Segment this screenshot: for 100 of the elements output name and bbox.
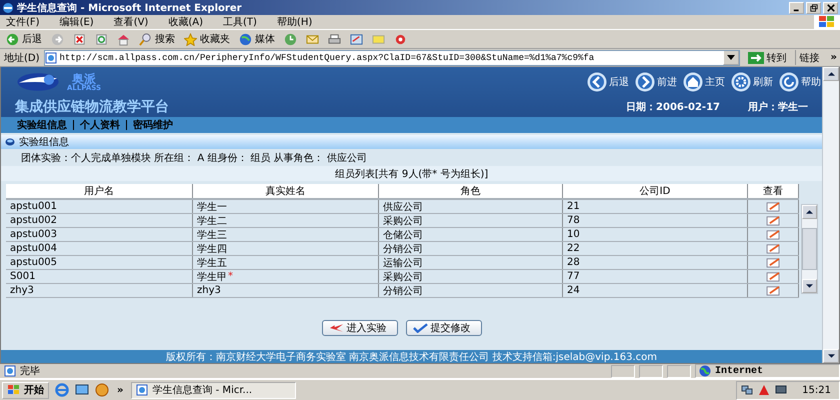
action-button[interactable]: 进入实验 (322, 320, 398, 336)
bullet-icon (5, 138, 15, 146)
address-label: 地址(D) (4, 52, 40, 64)
scroll-down-button[interactable] (802, 279, 817, 293)
nav-button[interactable]: 主页 (682, 72, 726, 92)
table-cell-text: 学生三 (197, 228, 227, 242)
scroll-up-button[interactable] (823, 67, 839, 81)
target-icon (394, 32, 407, 46)
forward-icon (51, 32, 64, 46)
logo-icon (15, 71, 61, 93)
nav-button[interactable]: 刷新 (730, 72, 774, 92)
table-cell-text: 学生甲 (197, 270, 227, 284)
star-icon (184, 32, 197, 46)
caret-icon (726, 55, 735, 60)
alert-icon[interactable] (758, 384, 770, 396)
edit-icon[interactable] (766, 271, 780, 282)
browser-icon[interactable] (55, 383, 69, 397)
edit-icon[interactable] (766, 257, 780, 268)
restore-button[interactable] (806, 2, 821, 14)
table-cell: zhy3 (197, 285, 221, 296)
up-arrow-icon (806, 210, 813, 214)
down-arrow-icon (828, 354, 834, 358)
go-button[interactable]: 转到 (744, 50, 791, 65)
close-icon (826, 4, 834, 12)
column-header: 公司ID (563, 184, 748, 198)
computer-icon[interactable] (775, 384, 788, 396)
printer-icon (328, 32, 341, 46)
note-icon (372, 32, 385, 46)
table-cell-text: 学生二 (197, 214, 227, 228)
page-scrollbar[interactable] (822, 67, 839, 363)
address-field[interactable]: http://scm.allpass.com.cn/PeripheryInfo/WFStudentQuery.aspx?ClaID=67&StuID=300&StuName=%d1%a7%c9%fa (44, 50, 740, 66)
toolbar-button[interactable]: 后退 (3, 31, 45, 47)
edit-icon[interactable] (766, 201, 780, 212)
edit-icon[interactable] (766, 285, 780, 296)
window-title: 学生信息查询 - Microsoft Internet Explorer (17, 2, 242, 14)
column-header: 真实姓名 (193, 184, 379, 198)
scroll-thumb[interactable] (802, 228, 817, 270)
more-button[interactable]: » (115, 384, 126, 396)
refresh-icon (95, 32, 108, 46)
restore-icon (810, 4, 818, 12)
back-icon (6, 32, 19, 46)
desktop-icon[interactable] (75, 383, 89, 397)
toolbar-button[interactable]: 媒体 (236, 31, 278, 47)
clock-text: 15:21 (802, 384, 831, 396)
nav-button[interactable]: 后退 (586, 72, 630, 92)
home-icon (683, 72, 703, 92)
menu-item[interactable]: 文件(F) (6, 15, 40, 29)
footer-text: 版权所有：南京财经大学电子商务实验室 南京奥派信息技术有限责任公司 技术支持信箱:jselab@vip.163.com (1, 350, 822, 363)
nav-link[interactable]: 密码维护 (133, 118, 173, 132)
nav-button[interactable]: 前进 (634, 72, 678, 92)
more-button[interactable]: » (828, 50, 840, 65)
menu-item[interactable]: 收藏(A) (168, 15, 203, 29)
edit-icon[interactable] (766, 243, 780, 254)
globe-icon (239, 32, 252, 46)
page-icon (44, 52, 57, 64)
search-icon (139, 32, 152, 46)
column-header: 角色 (379, 184, 563, 198)
up-arrow-icon (828, 72, 834, 76)
taskbar-button[interactable]: 学生信息查询 - Micr... (131, 382, 296, 398)
arrow-icon (328, 323, 344, 333)
menu-item[interactable]: 查看(V) (114, 15, 148, 29)
menu-item[interactable]: 帮助(H) (276, 15, 312, 29)
user-text: 用户：学生一 (748, 100, 808, 114)
group-info-text: 团体实验：个人完成单独模块 所在组： A 组身份： 组员 从事角色： 供应公司 (20, 152, 368, 166)
edit-icon[interactable] (766, 215, 780, 226)
close-button[interactable] (823, 2, 838, 14)
date-text: 日期：2006-02-17 (626, 100, 720, 114)
nav-button[interactable]: 帮助 (778, 72, 822, 92)
toolbar-button[interactable]: 搜索 (136, 31, 178, 47)
column-header: 用户名 (6, 184, 193, 198)
toolbar-button[interactable]: 收藏夹 (181, 31, 233, 47)
scrollbar[interactable] (801, 204, 818, 294)
platform-title: 集成供应链物流教学平台 (14, 98, 170, 116)
home-icon (117, 32, 130, 46)
action-button[interactable]: 提交修改 (406, 320, 482, 336)
browser-icon (2, 2, 14, 14)
network-icon[interactable] (741, 384, 754, 396)
logo-text: 奥派 (72, 72, 96, 84)
links-button[interactable]: 链接 (794, 50, 824, 65)
edit-icon (350, 32, 363, 46)
table-cell-text: 学生一 (197, 200, 227, 214)
leader-mark: * (228, 271, 233, 282)
table-cell-text: 学生四 (197, 242, 227, 256)
edit-icon[interactable] (766, 229, 780, 240)
clock-icon (284, 32, 297, 46)
start-button[interactable]: 开始 (2, 382, 49, 398)
minimize-button[interactable] (789, 2, 804, 14)
scroll-up-button[interactable] (802, 205, 817, 219)
globe-icon (699, 365, 711, 377)
dropdown-button[interactable] (722, 50, 739, 64)
menu-item[interactable]: 编辑(E) (60, 15, 94, 29)
windows-flag-icon (7, 384, 21, 396)
stop-icon (73, 32, 86, 46)
refresh-icon (731, 72, 751, 92)
menu-item[interactable]: 工具(T) (223, 15, 257, 29)
nav-link[interactable]: 个人资料 (80, 118, 120, 132)
status-text: 完毕 (20, 364, 41, 378)
scroll-down-button[interactable] (823, 349, 839, 363)
check-icon (412, 323, 428, 333)
nav-link[interactable]: 实验组信息 (17, 118, 67, 132)
